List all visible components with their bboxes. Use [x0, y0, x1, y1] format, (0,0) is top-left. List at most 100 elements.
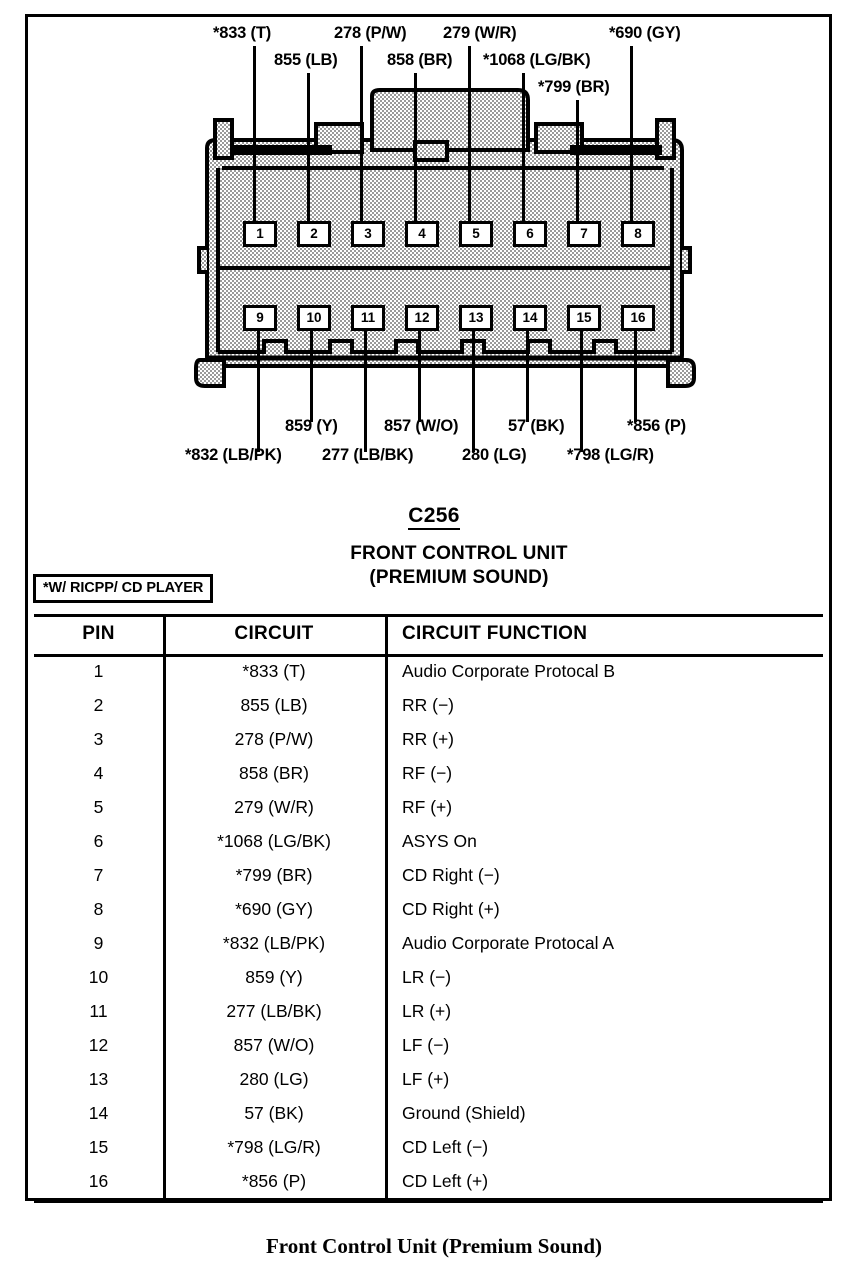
header-function: CIRCUIT FUNCTION — [402, 623, 588, 644]
table-row: 15 *798 (LG/R) CD Left (−) — [34, 1130, 840, 1164]
cell-pin: 13 — [88, 1068, 109, 1089]
table-row: 2 855 (LB) RR (−) — [34, 688, 840, 722]
cell-pin: 2 — [93, 694, 104, 715]
cell-function: CD Right (+) — [402, 898, 500, 919]
table-rule-outer-bottom — [34, 1200, 823, 1203]
cell-circuit: 855 (LB) — [240, 694, 308, 715]
cell-function: LF (+) — [402, 1068, 450, 1089]
leader-line-pin-6 — [522, 73, 525, 224]
header-circuit: CIRCUIT — [234, 623, 314, 644]
bottom-label-pin-13: 280 (LG) — [462, 446, 527, 464]
pin-box-14: 14 — [513, 305, 547, 331]
pin-table: PIN CIRCUIT CIRCUIT FUNCTION 1 *833 (T) Au… — [34, 614, 840, 1198]
cell-function: ASYS On — [402, 830, 477, 851]
pin-box-12: 12 — [405, 305, 439, 331]
pin-box-4: 4 — [405, 221, 439, 247]
table-row: 8 *690 (GY) CD Right (+) — [34, 892, 840, 926]
cell-pin: 5 — [93, 796, 104, 817]
bottom-label-pin-14: 57 (BK) — [508, 417, 565, 435]
cell-pin: 15 — [88, 1136, 109, 1157]
top-label-pin-1: *833 (T) — [213, 24, 272, 42]
top-label-pin-2: 855 (LB) — [274, 51, 338, 69]
table-row: 14 57 (BK) Ground (Shield) — [34, 1096, 840, 1130]
cell-circuit: 278 (P/W) — [234, 728, 314, 749]
cell-pin: 9 — [93, 932, 104, 953]
table-row: 12 857 (W/O) LF (−) — [34, 1028, 840, 1062]
leader-line-pin-12 — [418, 330, 421, 422]
cell-pin: 8 — [93, 898, 104, 919]
bottom-label-pin-9: *832 (LB/PK) — [185, 446, 282, 464]
cell-pin: 1 — [93, 660, 104, 681]
cell-circuit: 858 (BR) — [238, 762, 310, 783]
table-row: 11 277 (LB/BK) LR (+) — [34, 994, 840, 1028]
pin-box-2: 2 — [297, 221, 331, 247]
cell-circuit: *799 (BR) — [235, 864, 313, 885]
table-row: 10 859 (Y) LR (−) — [34, 960, 840, 994]
pin-box-10: 10 — [297, 305, 331, 331]
cell-circuit: 277 (LB/BK) — [226, 1000, 322, 1021]
cell-function: RF (−) — [402, 762, 453, 783]
leader-line-pin-15 — [580, 330, 583, 452]
cell-pin: 11 — [89, 1000, 108, 1021]
connector-id-text: C256 — [408, 504, 460, 530]
cell-function: Audio Corporate Protocal A — [402, 932, 615, 953]
cell-function: CD Right (−) — [402, 864, 500, 885]
cell-pin: 6 — [93, 830, 104, 851]
pin-box-9: 9 — [243, 305, 277, 331]
table-row: 5 279 (W/R) RF (+) — [34, 790, 840, 824]
leader-line-pin-10 — [310, 330, 313, 422]
table-row: 9 *832 (LB/PK) Audio Corporate Protocal A — [34, 926, 840, 960]
pin-box-1: 1 — [243, 221, 277, 247]
top-label-pin-3: 278 (P/W) — [334, 24, 407, 42]
connector-diagram: *833 (T) 855 (LB) 278 (P/W) 858 (BR) 2 7 9… — [0, 0, 868, 620]
pin-box-11: 11 — [351, 305, 385, 331]
cell-function: RR (−) — [402, 694, 455, 715]
cell-pin: 7 — [93, 864, 104, 885]
leader-line-pin-1 — [253, 46, 256, 224]
cell-pin: 12 — [88, 1034, 109, 1055]
header-pin: PIN — [82, 623, 115, 644]
unit-title-line1: FRONT CONTROL UNIT — [350, 543, 568, 564]
cell-function: Audio Corporate Protocal B — [402, 660, 616, 681]
table-row: 6 *1068 (LG/BK) ASYS On — [34, 824, 840, 858]
table-rule-col-2 — [385, 614, 388, 1203]
top-label-pin-8: *690 (GY) — [609, 24, 681, 42]
table-row: 4 858 (BR) RF (−) — [34, 756, 840, 790]
cell-pin: 14 — [88, 1102, 109, 1123]
cell-circuit: *832 (LB/PK) — [222, 932, 326, 953]
cell-circuit: 859 (Y) — [245, 966, 303, 987]
bottom-label-pin-16: *856 (P) — [627, 417, 686, 435]
cell-function: CD Left (−) — [402, 1136, 489, 1157]
cell-circuit: *690 (GY) — [235, 898, 313, 919]
cell-circuit: 57 (BK) — [244, 1102, 304, 1123]
table-row: 13 280 (LG) LF (+) — [34, 1062, 840, 1096]
cell-pin: 4 — [93, 762, 104, 783]
bottom-label-pin-15: *798 (LG/R) — [567, 446, 654, 464]
cell-function: CD Left (+) — [402, 1170, 489, 1191]
table-rule-header-bottom — [34, 654, 823, 657]
top-label-pin-7: *799 (BR) — [538, 78, 610, 96]
top-label-pin-4: 858 (BR) — [387, 51, 453, 69]
cell-function: RR (+) — [402, 728, 455, 749]
cell-function: RF (+) — [402, 796, 453, 817]
cell-function: LF (−) — [402, 1034, 450, 1055]
cell-circuit: *856 (P) — [241, 1170, 307, 1191]
table-header-row: PIN CIRCUIT CIRCUIT FUNCTION — [34, 614, 840, 654]
table-rule-col-1 — [163, 614, 166, 1203]
leader-line-pin-8 — [630, 46, 633, 224]
pin-box-16: 16 — [621, 305, 655, 331]
leader-line-pin-11 — [364, 330, 367, 452]
top-label-pin-6: *1068 (LG/BK) — [483, 51, 591, 69]
cell-function: Ground (Shield) — [402, 1102, 526, 1123]
cell-pin: 16 — [88, 1170, 109, 1191]
bottom-label-pin-10: 859 (Y) — [285, 417, 338, 435]
leader-line-pin-9 — [257, 330, 260, 452]
pin-box-7: 7 — [567, 221, 601, 247]
leader-line-pin-5 — [468, 46, 471, 224]
table-row: 1 *833 (T) Audio Corporate Protocal B — [34, 654, 840, 688]
cell-circuit: 280 (LG) — [239, 1068, 309, 1089]
pin-box-3: 3 — [351, 221, 385, 247]
cell-circuit: 279 (W/R) — [234, 796, 314, 817]
bottom-label-pin-12: 857 (W/O) — [384, 417, 459, 435]
table-row: 7 *799 (BR) CD Right (−) — [34, 858, 840, 892]
